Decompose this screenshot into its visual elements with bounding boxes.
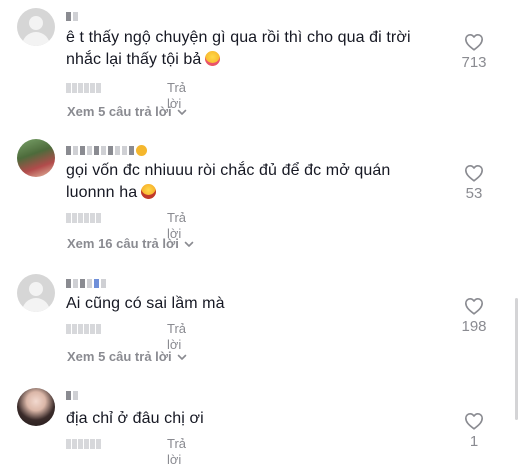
heart-outline-icon [465, 33, 483, 51]
like-count: 198 [461, 318, 487, 335]
username-blurred[interactable] [66, 276, 106, 290]
comment-meta: Trả lời [66, 321, 186, 352]
timestamp-blurred [66, 324, 156, 334]
comment-text: Ai cũng có sai lầm mà [66, 295, 225, 312]
avatar[interactable] [17, 8, 55, 46]
like-button[interactable]: 1 [454, 412, 494, 451]
comment-text: gọi vốn đc nhiuuu ròi chắc đủ để đc mở q… [66, 162, 391, 201]
comment-text: địa chỉ ở đâu chị ơi [66, 410, 204, 427]
reply-button[interactable]: Trả lời [167, 436, 186, 468]
avatar[interactable] [17, 139, 55, 177]
like-button[interactable]: 53 [454, 164, 494, 203]
chevron-down-icon [177, 109, 186, 115]
laughing-face-icon [141, 184, 157, 199]
comment-meta: Trả lời [66, 436, 186, 467]
like-count: 1 [469, 433, 479, 450]
scrollbar[interactable] [515, 298, 518, 420]
crying-face-icon [205, 51, 221, 66]
avatar[interactable] [17, 388, 55, 426]
chevron-down-icon [177, 354, 186, 360]
avatar[interactable] [17, 274, 55, 312]
heart-outline-icon [465, 297, 483, 315]
username-blurred[interactable] [66, 9, 78, 23]
like-button[interactable]: 198 [454, 297, 494, 336]
like-count: 53 [465, 185, 483, 202]
comment-meta: Trả lời [66, 80, 186, 111]
heart-outline-icon [465, 412, 483, 430]
timestamp-blurred [66, 83, 156, 93]
like-button[interactable]: 713 [454, 33, 494, 72]
username-blurred[interactable] [66, 388, 78, 402]
heart-outline-icon [465, 164, 483, 182]
timestamp-blurred [66, 213, 156, 223]
view-replies-button[interactable]: Xem 5 câu trả lời [67, 349, 188, 365]
comment-text: ê t thấy ngộ chuyện gì qua rồi thì cho q… [66, 29, 411, 68]
chevron-down-icon [184, 241, 194, 247]
like-count: 713 [461, 54, 487, 71]
timestamp-blurred [66, 439, 156, 449]
view-replies-button[interactable]: Xem 5 câu trả lời [67, 104, 188, 120]
comment-meta: Trả lời [66, 210, 186, 241]
username-blurred[interactable] [66, 143, 147, 157]
view-replies-button[interactable]: Xem 16 câu trả lời [67, 236, 195, 252]
